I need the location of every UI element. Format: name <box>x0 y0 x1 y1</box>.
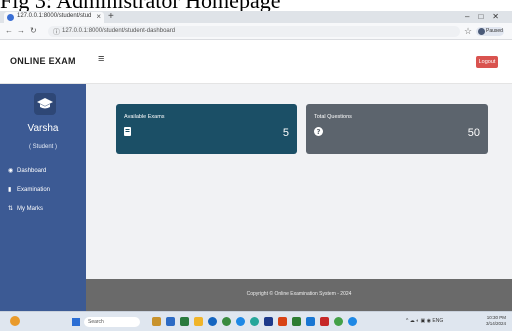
taskbar-app-icon[interactable] <box>236 317 245 326</box>
question-circle-icon: ? <box>314 123 323 141</box>
url-text: 127.0.0.1:8000/student/student-dashboard <box>62 28 176 34</box>
start-menu-icon[interactable] <box>72 318 80 326</box>
browser-tab[interactable]: 127.0.0.1:8000/student/stud × <box>4 12 104 23</box>
available-exams-card[interactable]: Available Exams 5 <box>116 104 297 154</box>
taskbar-app-icon[interactable] <box>334 317 343 326</box>
taskbar-app-icon[interactable] <box>292 317 301 326</box>
card-label: Available Exams <box>124 114 165 120</box>
profile-button[interactable]: Paused <box>476 27 504 36</box>
copyright-text: Copyright © Online Examination System - … <box>246 291 352 297</box>
graduation-cap-icon <box>34 93 56 115</box>
book-icon: ▮ <box>8 187 12 193</box>
sort-icon: ⇅ <box>8 206 14 212</box>
taskbar-search[interactable]: Search <box>84 317 140 327</box>
sidebar: Varsha ( Student ) ◉ Dashboard ▮ Examinati… <box>0 84 86 311</box>
menu-toggle-icon[interactable]: ≡ <box>98 53 104 65</box>
page-footer: Copyright © Online Examination System - … <box>86 279 512 311</box>
tab-close-icon[interactable]: × <box>96 12 101 22</box>
tachometer-icon: ◉ <box>8 168 14 174</box>
card-value: 50 <box>467 127 480 139</box>
url-input[interactable]: ⓘ 127.0.0.1:8000/student/student-dashboa… <box>48 26 460 37</box>
sidebar-item-my-marks[interactable]: ⇅ My Marks <box>8 205 43 212</box>
figure-caption: Fig 3: Administrator Homepage <box>0 0 512 11</box>
profile-label: Paused <box>486 28 503 34</box>
taskbar-app-icon[interactable] <box>306 317 315 326</box>
sidebar-item-dashboard[interactable]: ◉ Dashboard <box>8 167 46 174</box>
taskbar-app-icon[interactable] <box>180 317 189 326</box>
sidebar-item-label: Examination <box>17 187 51 193</box>
taskbar-search-label: Search <box>88 319 104 325</box>
brand-title: ONLINE EXAM <box>10 56 76 66</box>
sidebar-item-examination[interactable]: ▮ Examination <box>8 186 50 193</box>
taskbar-app-icon[interactable] <box>166 317 175 326</box>
app-header: ONLINE EXAM ≡ Logout <box>0 40 512 84</box>
system-tray[interactable]: ^ ☁ ◐ ▣ ◉ ENG <box>406 318 443 324</box>
user-role: ( Student ) <box>28 144 57 150</box>
main-content: Available Exams 5 Total Questions ? 50 <box>86 84 512 279</box>
taskbar-app-icon[interactable] <box>194 317 203 326</box>
tray-language: ENG <box>432 318 444 324</box>
sidebar-item-label: My Marks <box>17 206 43 212</box>
tab-favicon-icon <box>7 14 14 21</box>
svg-text:?: ? <box>316 128 320 136</box>
taskbar-app-icon[interactable] <box>152 317 161 326</box>
total-questions-card[interactable]: Total Questions ? 50 <box>306 104 488 154</box>
site-info-icon[interactable]: ⓘ <box>53 27 60 37</box>
tab-title: 127.0.0.1:8000/student/stud <box>17 13 92 19</box>
taskbar-app-icon[interactable] <box>222 317 231 326</box>
taskbar-app-icon[interactable] <box>264 317 273 326</box>
sidebar-item-label: Dashboard <box>17 168 47 174</box>
weather-widget-icon[interactable] <box>10 316 20 326</box>
bookmark-star-icon[interactable]: ☆ <box>464 26 472 36</box>
profile-avatar-icon <box>478 28 485 35</box>
new-tab-icon[interactable]: + <box>108 11 114 23</box>
book-icon <box>124 123 131 141</box>
user-name: Varsha <box>27 123 59 134</box>
taskbar-app-icon[interactable] <box>250 317 259 326</box>
window-controls[interactable]: –□✕ <box>465 11 508 23</box>
taskbar-app-icon[interactable] <box>278 317 287 326</box>
taskbar-clock[interactable]: 10:30 PM 3/14/2024 <box>486 315 506 327</box>
taskbar-app-icon[interactable] <box>320 317 329 326</box>
browser-tab-bar: 127.0.0.1:8000/student/stud × + –□✕ <box>0 11 512 23</box>
taskbar-app-icon[interactable] <box>348 317 357 326</box>
forward-icon[interactable]: → <box>17 26 25 36</box>
card-label: Total Questions <box>314 114 352 120</box>
card-value: 5 <box>282 127 289 139</box>
logout-button[interactable]: Logout <box>476 56 498 68</box>
browser-address-bar: ← → ↻ ⓘ 127.0.0.1:8000/student/student-d… <box>0 23 512 40</box>
taskbar-app-icon[interactable] <box>208 317 217 326</box>
os-taskbar: Search ^ ☁ ◐ ▣ ◉ ENG 10:30 PM 3/14/2024 <box>0 311 512 331</box>
back-icon[interactable]: ← <box>5 26 13 36</box>
clock-date: 3/14/2024 <box>486 321 507 326</box>
reload-icon[interactable]: ↻ <box>30 26 37 36</box>
